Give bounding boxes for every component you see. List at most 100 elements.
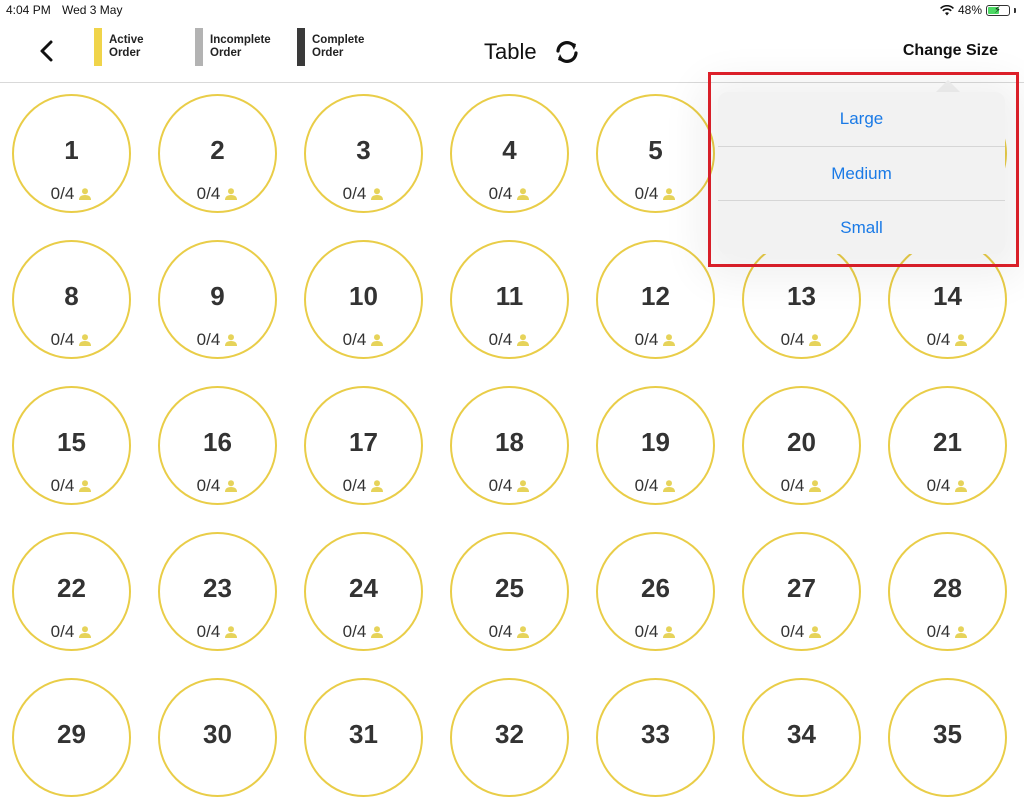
table-number: 2: [210, 135, 225, 165]
occupancy-text: 0/4: [780, 476, 805, 495]
table-occupancy: 0/4: [744, 622, 859, 642]
table-28[interactable]: 28 0/4: [888, 532, 1007, 651]
table-4[interactable]: 4 0/4: [450, 94, 569, 213]
table-15[interactable]: 15 0/4: [12, 386, 131, 505]
table-number: 27: [787, 573, 816, 603]
change-size-popover: Large Medium Small: [718, 92, 1005, 254]
size-option-large[interactable]: Large: [718, 92, 1005, 146]
table-3[interactable]: 3 0/4: [304, 94, 423, 213]
table-2[interactable]: 2 0/4: [158, 94, 277, 213]
occupancy-text: 0/4: [926, 476, 951, 495]
occupancy-text: 0/4: [634, 184, 659, 203]
person-icon: [517, 480, 530, 492]
table-11[interactable]: 11 0/4: [450, 240, 569, 359]
occupancy-text: 0/4: [196, 330, 221, 349]
table-number: 20: [787, 427, 816, 457]
table-9[interactable]: 9 0/4: [158, 240, 277, 359]
table-23[interactable]: 23 0/4: [158, 532, 277, 651]
table-32[interactable]: 32: [450, 678, 569, 797]
table-17[interactable]: 17 0/4: [304, 386, 423, 505]
table-number: 28: [933, 573, 962, 603]
person-icon: [225, 334, 238, 346]
table-10[interactable]: 10 0/4: [304, 240, 423, 359]
table-18[interactable]: 18 0/4: [450, 386, 569, 505]
table-occupancy: 0/4: [598, 476, 713, 496]
person-icon: [809, 626, 822, 638]
status-time: 4:04 PM: [6, 3, 51, 17]
table-number: 18: [495, 427, 524, 457]
occupancy-text: 0/4: [488, 622, 513, 641]
legend-label-incomplete: Incomplete Order: [210, 34, 271, 59]
table-31[interactable]: 31: [304, 678, 423, 797]
person-icon: [809, 334, 822, 346]
person-icon: [225, 626, 238, 638]
table-occupancy: 0/4: [14, 330, 129, 350]
back-chevron-icon[interactable]: [36, 38, 58, 64]
table-30[interactable]: 30: [158, 678, 277, 797]
table-occupancy: 0/4: [744, 330, 859, 350]
person-icon: [371, 480, 384, 492]
table-occupancy: 0/4: [890, 476, 1005, 496]
occupancy-text: 0/4: [780, 622, 805, 641]
table-25[interactable]: 25 0/4: [450, 532, 569, 651]
table-occupancy: 0/4: [452, 184, 567, 204]
table-number: 34: [787, 719, 816, 749]
table-16[interactable]: 16 0/4: [158, 386, 277, 505]
size-option-small[interactable]: Small: [718, 201, 1005, 255]
legend-label-active: Active Order: [109, 34, 144, 59]
person-icon: [955, 334, 968, 346]
table-8[interactable]: 8 0/4: [12, 240, 131, 359]
table-occupancy: 0/4: [14, 476, 129, 496]
table-occupancy: 0/4: [890, 330, 1005, 350]
table-26[interactable]: 26 0/4: [596, 532, 715, 651]
occupancy-text: 0/4: [488, 476, 513, 495]
table-number: 33: [641, 719, 670, 749]
person-icon: [371, 334, 384, 346]
title-group: Table: [484, 36, 583, 68]
table-22[interactable]: 22 0/4: [12, 532, 131, 651]
table-number: 29: [57, 719, 86, 749]
occupancy-text: 0/4: [50, 330, 75, 349]
table-number: 24: [349, 573, 378, 603]
table-occupancy: 0/4: [598, 330, 713, 350]
occupancy-text: 0/4: [196, 476, 221, 495]
refresh-icon[interactable]: [551, 36, 583, 68]
table-21[interactable]: 21 0/4: [888, 386, 1007, 505]
table-12[interactable]: 12 0/4: [596, 240, 715, 359]
occupancy-text: 0/4: [780, 330, 805, 349]
table-number: 25: [495, 573, 524, 603]
size-option-medium[interactable]: Medium: [718, 147, 1005, 201]
change-size-button[interactable]: Change Size: [903, 42, 998, 60]
table-occupancy: 0/4: [452, 622, 567, 642]
table-27[interactable]: 27 0/4: [742, 532, 861, 651]
table-33[interactable]: 33: [596, 678, 715, 797]
occupancy-text: 0/4: [342, 622, 367, 641]
table-occupancy: 0/4: [160, 330, 275, 350]
table-number: 11: [495, 281, 524, 311]
table-occupancy: 0/4: [160, 184, 275, 204]
table-1[interactable]: 1 0/4: [12, 94, 131, 213]
table-24[interactable]: 24 0/4: [304, 532, 423, 651]
table-occupancy: 0/4: [890, 622, 1005, 642]
table-number: 31: [349, 719, 378, 749]
table-20[interactable]: 20 0/4: [742, 386, 861, 505]
table-number: 16: [203, 427, 232, 457]
table-35[interactable]: 35: [888, 678, 1007, 797]
person-icon: [79, 334, 92, 346]
table-29[interactable]: 29: [12, 678, 131, 797]
occupancy-text: 0/4: [196, 184, 221, 203]
person-icon: [371, 626, 384, 638]
table-occupancy: 0/4: [14, 184, 129, 204]
occupancy-text: 0/4: [634, 622, 659, 641]
table-number: 23: [203, 573, 232, 603]
table-5[interactable]: 5 0/4: [596, 94, 715, 213]
person-icon: [225, 188, 238, 200]
table-number: 22: [57, 573, 86, 603]
table-number: 13: [787, 281, 816, 311]
person-icon: [663, 626, 676, 638]
table-number: 35: [933, 719, 962, 749]
table-19[interactable]: 19 0/4: [596, 386, 715, 505]
table-34[interactable]: 34: [742, 678, 861, 797]
occupancy-text: 0/4: [196, 622, 221, 641]
table-occupancy: 0/4: [452, 476, 567, 496]
